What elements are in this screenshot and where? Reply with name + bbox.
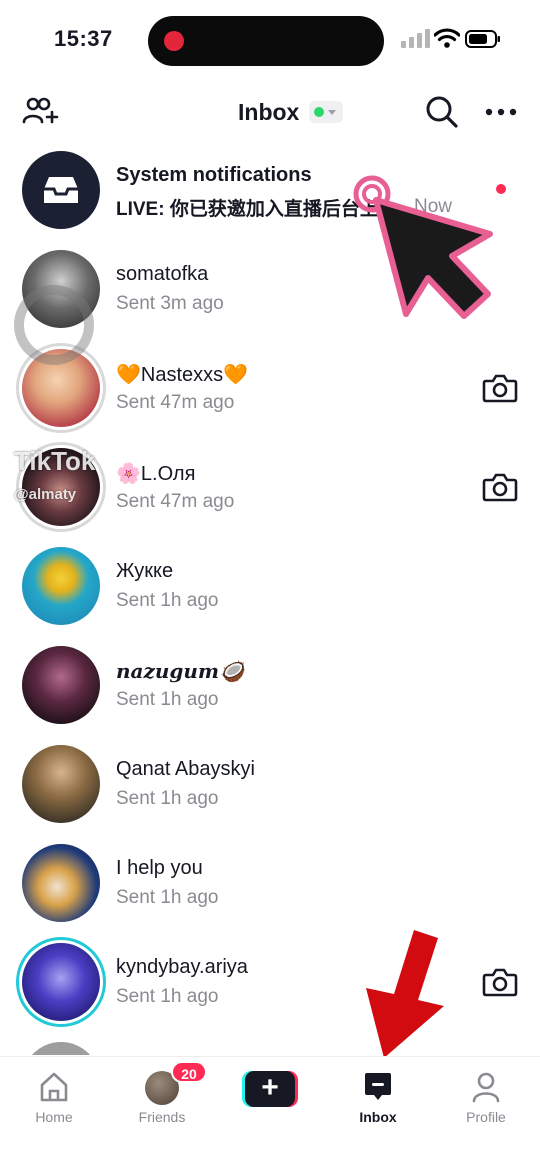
avatar [22,844,100,922]
conversation-name: Жукке [116,560,174,582]
conversation-row[interactable]: 🧡Nastexxs🧡 Sent 47m ago [0,342,540,441]
online-status-dot [314,107,325,117]
conversation-name: Qanat Abayskyi [116,758,255,780]
dynamic-island [148,16,384,66]
more-options-icon[interactable] [482,92,522,132]
chevron-down-icon [328,110,337,115]
watermark-handle: @almaty [14,486,77,503]
nav-profile[interactable]: Profile [441,1065,531,1131]
online-status-toggle[interactable] [309,101,344,123]
conversation-status: Sent 1h ago [116,788,219,809]
conversation-row[interactable]: Qanat Abayskyi Sent 1h ago [0,738,540,837]
nav-home-label: Home [35,1109,73,1125]
avatar [22,745,100,823]
page-title: Inbox [238,98,300,125]
recording-indicator [164,31,184,51]
conversation-status: Sent 1h ago [116,986,219,1007]
conversation-name: somatofka [116,263,209,285]
avatar[interactable] [22,943,100,1021]
touch-indicator [14,285,94,365]
home-icon [40,1072,68,1102]
conversation-name: kyndybay.ariya [116,956,248,978]
inbox-tray-icon [44,177,78,203]
nav-inbox-label: Inbox [359,1109,397,1125]
profile-icon [472,1072,500,1103]
conversation-name: I help you [116,857,203,879]
conversation-row[interactable]: Жукке Sent 1h ago [0,540,540,639]
conversation-row[interactable]: kyndybay.ariya Sent 1h ago [0,936,540,1035]
cellular-signal-icon [401,29,430,48]
camera-icon[interactable] [482,372,518,404]
inbox-header: Inbox [0,80,540,144]
camera-icon[interactable] [482,966,518,998]
friends-badge: 20 [171,1061,207,1083]
conversation-row-partial[interactable] [0,1035,540,1055]
conversation-status: Sent 3m ago [116,293,224,314]
nav-home[interactable]: Home [9,1065,99,1131]
battery-icon [465,30,500,48]
conversation-row[interactable]: nazugum🥥 Sent 1h ago [0,639,540,738]
conversation-status: Sent 1h ago [116,887,219,908]
conversation-name: 🌸L.Оля [116,463,196,485]
avatar [22,1042,100,1055]
avatar [22,547,100,625]
bottom-navigation: Home 20 Friends + Inbox Profile [0,1056,540,1170]
add-friends-icon[interactable] [20,92,60,132]
inbox-icon [365,1073,391,1100]
camera-icon[interactable] [482,471,518,503]
avatar [22,646,100,724]
plus-icon: + [245,1071,295,1107]
conversation-status: Sent 1h ago [116,590,219,611]
conversation-name: System notifications [116,164,312,186]
search-icon[interactable] [422,92,462,132]
nav-profile-label: Profile [466,1109,506,1125]
conversation-status: Sent 47m ago [116,491,235,512]
conversation-row[interactable]: I help you Sent 1h ago [0,837,540,936]
red-arrow-pointer-icon [366,930,444,1058]
conversation-name: 🧡Nastexxs🧡 [116,364,249,386]
conversation-status: Sent 1h ago [116,689,219,710]
nav-friends[interactable]: 20 Friends [117,1061,207,1131]
pointer-cursor-icon [353,175,493,319]
nav-inbox[interactable]: Inbox [333,1065,423,1131]
inbox-title-group[interactable]: Inbox [238,98,344,126]
create-button[interactable]: + [242,1071,298,1107]
conversation-name: nazugum🥥 [116,659,244,683]
wifi-icon [434,28,460,48]
status-time: 15:37 [54,26,113,51]
conversation-status: Sent 47m ago [116,392,235,413]
status-bar: 15:37 [0,0,540,80]
tiktok-watermark: TikTok [14,446,96,476]
avatar [22,151,100,229]
nav-friends-label: Friends [138,1109,186,1125]
